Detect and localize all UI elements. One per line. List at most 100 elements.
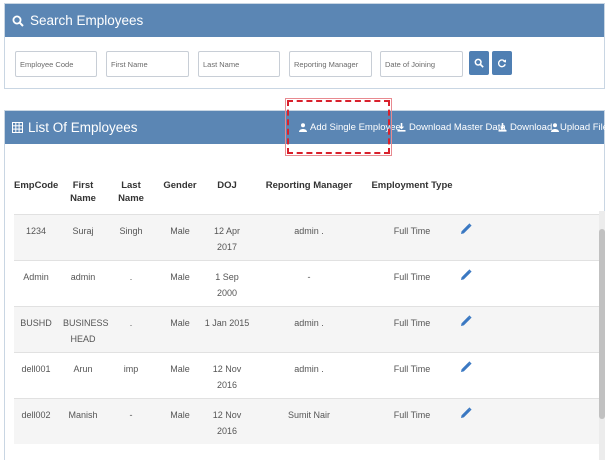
search-panel-header: Search Employees	[5, 4, 604, 37]
doj-line1: 12 Nov	[212, 410, 242, 420]
search-filters	[5, 37, 604, 89]
cell-employment-type: Full Time	[393, 226, 431, 236]
cell-employment-type: Full Time	[393, 318, 431, 328]
doj-line2: 2016	[216, 426, 238, 436]
cell-first-name: admin	[63, 269, 103, 285]
employee-table-body: 1234 Suraj Singh Male 12 Apr 2017 admin .…	[14, 214, 599, 444]
cell-gender: Male	[170, 364, 190, 374]
cell-empcode: BUSHD	[20, 318, 52, 328]
doj-line2: 2016	[216, 380, 238, 390]
doj-line1: 12 Nov	[212, 364, 242, 374]
cell-reporting-manager: admin .	[294, 226, 324, 236]
table-row: BUSHD BUSINESS HEAD . Male 1 Jan 2015 adm…	[14, 306, 599, 352]
edit-pencil-icon[interactable]	[460, 361, 472, 373]
cell-reporting-manager: -	[307, 272, 311, 282]
column-header-first-name: First Name	[63, 179, 103, 205]
first-name-header-line1: First	[72, 180, 94, 191]
first-name-line2: HEAD	[70, 334, 96, 344]
cell-empcode: 1234	[25, 226, 47, 236]
cell-first-name: BUSINESS HEAD	[63, 315, 109, 347]
download-label: Download	[510, 122, 553, 133]
reset-button[interactable]	[492, 51, 512, 75]
cell-employment-type: Full Time	[393, 410, 431, 420]
cell-doj: 1 Jan 2015	[202, 315, 252, 331]
cell-gender: Male	[170, 410, 190, 420]
cell-last-name: imp	[123, 364, 139, 374]
user-icon	[299, 123, 307, 132]
cell-first-name: Suraj	[63, 223, 103, 239]
cell-gender: Male	[170, 226, 190, 236]
table-row: dell001 Arun imp Male 12 Nov 2016 admin .…	[14, 352, 599, 398]
cell-employment-type: Full Time	[393, 364, 431, 374]
cell-last-name: Singh	[119, 226, 143, 236]
table-row: 1234 Suraj Singh Male 12 Apr 2017 admin .…	[14, 214, 599, 260]
last-name-header-line1: Last	[121, 180, 141, 191]
doj-line2: 2017	[216, 242, 238, 252]
cell-first-name: Arun	[63, 361, 103, 377]
table-scrollbar-thumb[interactable]	[599, 229, 605, 419]
first-name-input[interactable]	[106, 51, 189, 77]
cell-empcode: Admin	[23, 272, 49, 282]
upload-user-icon	[551, 123, 559, 132]
cell-gender: Male	[170, 272, 190, 282]
column-header-doj: DOJ	[217, 180, 237, 191]
search-icon	[474, 58, 484, 68]
employee-code-input[interactable]	[15, 51, 97, 77]
table-icon	[12, 122, 23, 133]
doj-line2: 2000	[216, 288, 238, 298]
download-icon	[498, 123, 507, 132]
list-title: List Of Employees	[12, 120, 138, 135]
edit-pencil-icon[interactable]	[460, 407, 472, 419]
upload-file-label: Upload File	[560, 122, 609, 133]
first-name-line1: admin	[70, 272, 96, 282]
cell-last-name: .	[129, 318, 133, 328]
search-button[interactable]	[469, 51, 489, 75]
first-name-header-line2: Name	[70, 193, 96, 204]
cell-doj: 12 Nov 2016	[202, 407, 252, 439]
cell-last-name: -	[129, 410, 133, 420]
search-panel-title: Search Employees	[30, 13, 144, 28]
edit-pencil-icon[interactable]	[460, 223, 472, 235]
column-header-employment-type: Employment Type	[371, 180, 453, 191]
column-header-reporting-manager: Reporting Manager	[265, 180, 353, 191]
first-name-line1: Manish	[68, 410, 98, 420]
reporting-manager-input[interactable]	[289, 51, 372, 77]
cell-empcode: dell001	[21, 364, 51, 374]
search-icon	[12, 15, 24, 27]
cell-doj: 12 Nov 2016	[202, 361, 252, 393]
column-header-last-name: Last Name	[113, 179, 149, 205]
download-master-data-label: Download Master Data	[409, 122, 506, 133]
first-name-line1: Arun	[73, 364, 93, 374]
cell-empcode: dell002	[21, 410, 51, 420]
doj-line1: 1 Jan 2015	[204, 318, 250, 328]
add-single-employee-label: Add Single Employee	[310, 122, 401, 133]
edit-pencil-icon[interactable]	[460, 315, 472, 327]
download-icon	[397, 123, 406, 132]
list-panel-title: List Of Employees	[28, 120, 138, 135]
first-name-line1: BUSINESS	[63, 318, 109, 328]
column-header-empcode: EmpCode	[14, 180, 59, 191]
cell-gender: Male	[170, 318, 190, 328]
refresh-icon	[497, 58, 507, 68]
last-name-header-line2: Name	[118, 193, 144, 204]
edit-pencil-icon[interactable]	[460, 269, 472, 281]
list-of-employees-panel: List Of Employees Add Single Employee Do…	[4, 98, 608, 460]
column-header-gender: Gender	[163, 180, 197, 191]
add-single-employee-link[interactable]: Add Single Employee	[299, 122, 401, 133]
list-panel-header: List Of Employees Add Single Employee Do…	[5, 98, 608, 156]
date-of-joining-input[interactable]	[380, 51, 463, 77]
last-name-input[interactable]	[198, 51, 280, 77]
doj-line1: 12 Apr	[213, 226, 241, 236]
first-name-line1: Suraj	[72, 226, 94, 236]
upload-file-link[interactable]: Upload File	[551, 122, 608, 133]
cell-reporting-manager: Sumit Nair	[287, 410, 330, 420]
cell-doj: 12 Apr 2017	[202, 223, 252, 255]
cell-employment-type: Full Time	[393, 272, 431, 282]
download-link[interactable]: Download	[498, 122, 552, 133]
download-master-data-link[interactable]: Download Master Data	[397, 122, 506, 133]
table-row: Admin admin . Male 1 Sep 2000 - Full Time	[14, 260, 599, 306]
search-employees-panel: Search Employees	[4, 3, 605, 89]
cell-first-name: Manish	[63, 407, 103, 423]
cell-reporting-manager: admin .	[294, 318, 324, 328]
cell-last-name: .	[129, 272, 133, 282]
